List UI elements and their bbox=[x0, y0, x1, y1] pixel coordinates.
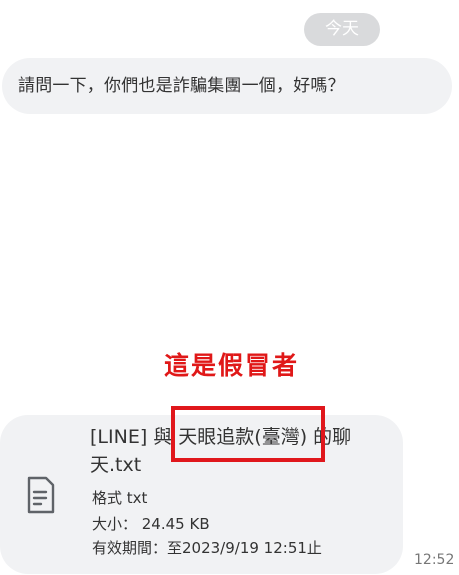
date-separator: 今天 bbox=[304, 13, 380, 46]
file-size: 大小： 24.45 KB bbox=[92, 515, 210, 533]
incoming-message-bubble: 請問一下，你們也是詐騙集團一個，好嗎？ bbox=[2, 58, 452, 114]
file-format: 格式 txt bbox=[92, 489, 148, 507]
impostor-annotation-label: 這是假冒者 bbox=[164, 351, 300, 380]
impostor-name-highlight-box bbox=[171, 406, 325, 462]
file-expiry: 有效期間：至2023/9/19 12:51止 bbox=[92, 539, 322, 557]
document-icon bbox=[27, 476, 55, 514]
message-timestamp: 12:52 bbox=[414, 552, 455, 568]
